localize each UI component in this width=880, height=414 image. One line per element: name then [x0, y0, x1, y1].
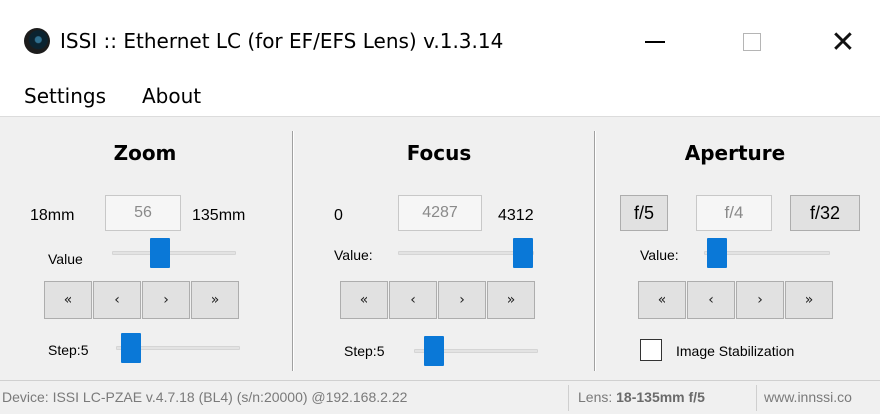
focus-step-back-button[interactable]: ‹: [389, 281, 437, 319]
focus-step-forward-button[interactable]: ›: [438, 281, 486, 319]
zoom-value-label: Value: [48, 251, 83, 267]
menu-about[interactable]: About: [142, 84, 201, 108]
menu-settings[interactable]: Settings: [24, 84, 106, 108]
status-separator: [568, 385, 569, 411]
aperture-fast-forward-button[interactable]: »: [785, 281, 833, 319]
maximize-button[interactable]: [729, 22, 775, 62]
slider-thumb[interactable]: [424, 336, 444, 366]
minimize-button[interactable]: [632, 22, 678, 62]
aperture-step-back-button[interactable]: ‹: [687, 281, 735, 319]
image-stabilization-checkbox[interactable]: [640, 339, 662, 361]
section-divider: [594, 131, 596, 371]
aperture-value-slider[interactable]: [704, 238, 830, 268]
close-button[interactable]: ✕: [820, 22, 866, 62]
focus-value-slider[interactable]: [398, 238, 534, 268]
status-separator: [756, 385, 757, 411]
zoom-step-back-button[interactable]: ‹: [93, 281, 141, 319]
focus-title: Focus: [406, 141, 472, 165]
aperture-fast-back-button[interactable]: «: [638, 281, 686, 319]
app-lens-icon: [24, 28, 50, 54]
image-stabilization-label: Image Stabilization: [676, 343, 795, 359]
zoom-value-slider[interactable]: [112, 238, 236, 268]
focus-fast-back-button[interactable]: «: [340, 281, 388, 319]
aperture-value-label: Value:: [640, 247, 679, 263]
control-panel: Zoom 18mm 56 135mm Value « ‹ › » Step:5 …: [0, 116, 880, 380]
zoom-step-slider[interactable]: [116, 333, 240, 363]
section-divider: [292, 131, 294, 371]
zoom-title: Zoom: [113, 141, 177, 165]
slider-thumb[interactable]: [707, 238, 727, 268]
zoom-step-label: Step:5: [48, 342, 89, 358]
aperture-min-button[interactable]: f/5: [620, 195, 668, 231]
close-icon: ✕: [830, 24, 856, 60]
aperture-current-readout: f/4: [696, 195, 772, 231]
slider-thumb[interactable]: [121, 333, 141, 363]
minimize-icon: [645, 41, 665, 43]
device-status: Device: ISSI LC-PZAE v.4.7.18 (BL4) (s/n…: [2, 389, 408, 405]
focus-step-slider[interactable]: [414, 336, 538, 366]
focus-value-label: Value:: [334, 247, 373, 263]
slider-track: [112, 251, 236, 255]
slider-thumb[interactable]: [513, 238, 533, 268]
focus-max-label: 4312: [498, 207, 534, 224]
zoom-current-readout: 56: [105, 195, 181, 231]
window-title: ISSI :: Ethernet LC (for EF/EFS Lens) v.…: [60, 29, 504, 53]
zoom-step-forward-button[interactable]: ›: [142, 281, 190, 319]
lens-prefix: Lens:: [578, 389, 617, 405]
aperture-max-button[interactable]: f/32: [790, 195, 860, 231]
status-bar: Device: ISSI LC-PZAE v.4.7.18 (BL4) (s/n…: [0, 380, 880, 414]
aperture-step-forward-button[interactable]: ›: [736, 281, 784, 319]
focus-current-readout: 4287: [398, 195, 482, 231]
lens-value: 18-135mm f/5: [616, 389, 705, 405]
zoom-min-label: 18mm: [30, 207, 75, 224]
zoom-fast-forward-button[interactable]: »: [191, 281, 239, 319]
lens-status: Lens: 18-135mm f/5: [578, 389, 705, 405]
maximize-icon: [743, 33, 761, 51]
aperture-title: Aperture: [684, 141, 786, 165]
focus-fast-forward-button[interactable]: »: [487, 281, 535, 319]
slider-thumb[interactable]: [150, 238, 170, 268]
zoom-fast-back-button[interactable]: «: [44, 281, 92, 319]
title-bar: ISSI :: Ethernet LC (for EF/EFS Lens) v.…: [0, 0, 880, 82]
menu-bar: Settings About: [0, 82, 880, 116]
zoom-max-label: 135mm: [192, 207, 246, 224]
focus-step-label: Step:5: [344, 343, 385, 359]
focus-min-label: 0: [334, 207, 343, 224]
website-link[interactable]: www.innssi.co: [764, 389, 852, 405]
